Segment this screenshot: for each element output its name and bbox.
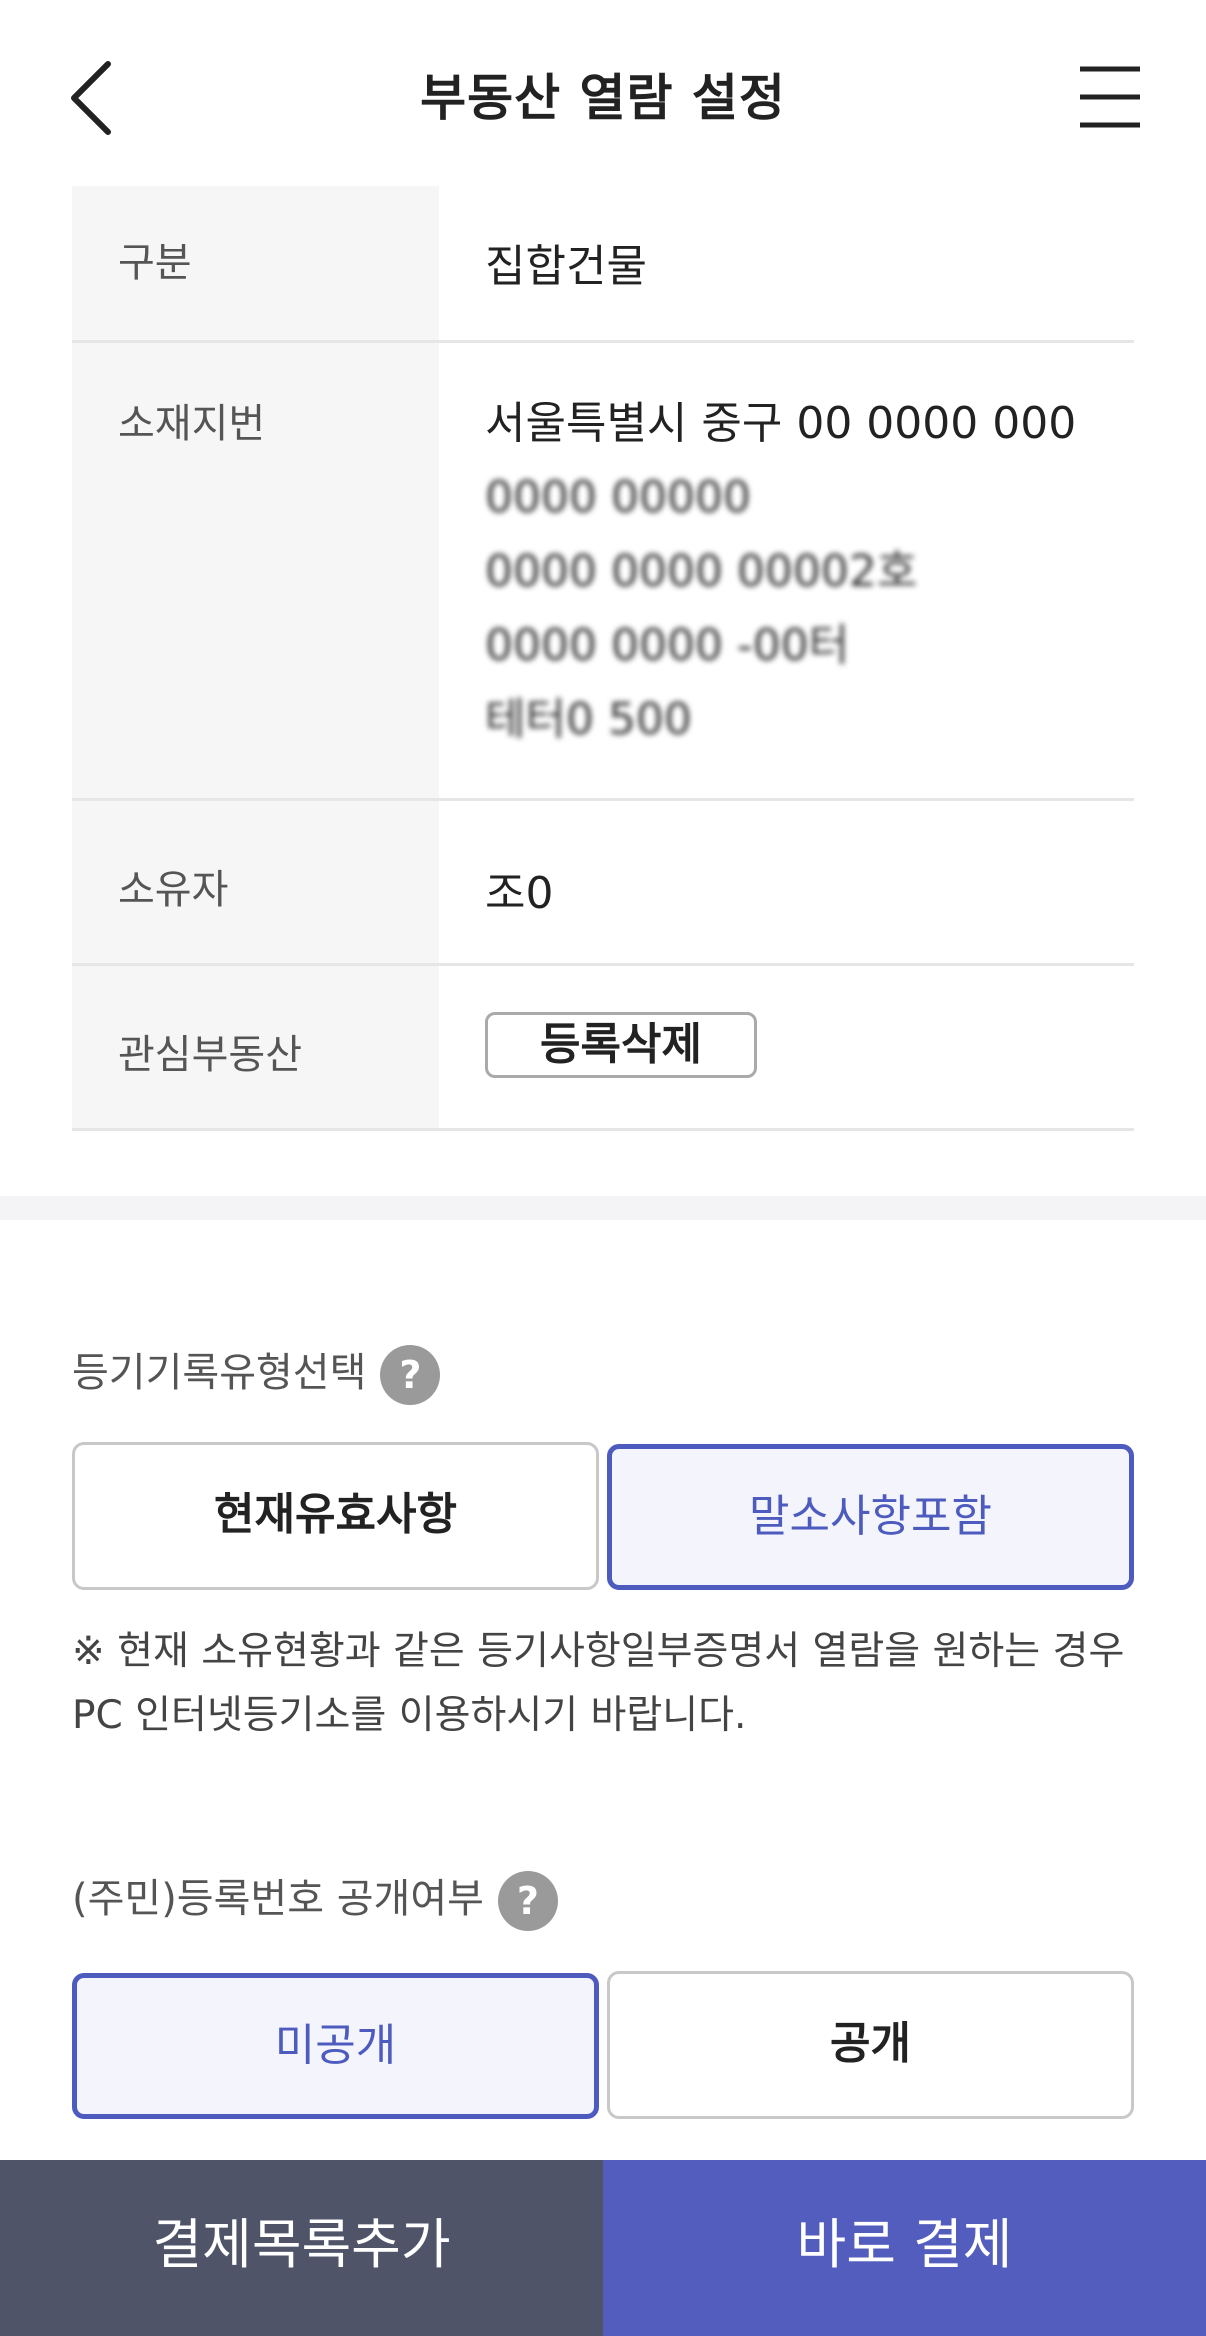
registry-type-section-label: 등기기록유형선택? [72,1340,441,1405]
owner-label: 소유자 [72,801,439,963]
unregister-interest-button[interactable]: 등록삭제 [485,1012,757,1078]
address-line: 0000 00000 [485,472,751,523]
address-row: 소재지번 서울특별시 중구 00 0000 000 0000 00000 000… [72,343,1134,801]
registry-notice: ※ 현재 소유현황과 같은 등기사항일부증명서 열람을 원하는 경우 PC 인터… [72,1620,1152,1748]
option-current-valid[interactable]: 현재유효사항 [72,1442,599,1590]
type-row: 구분 집합건물 [72,186,1134,343]
hamburger-menu-icon[interactable] [1080,64,1140,130]
owner-value: 조0 [485,868,554,919]
property-info-table: 구분 집합건물 소재지번 서울특별시 중구 00 0000 000 0000 0… [72,186,1134,1131]
address-line: 테터0 500 [485,694,692,745]
address-line: 0000 0000 -00터 [485,620,850,671]
registry-type-label: 등기기록유형선택 [72,1350,367,1396]
option-include-cancelled[interactable]: 말소사항포함 [607,1444,1134,1590]
notice-line: ※ 현재 소유현황과 같은 등기사항일부증명서 열람을 원하는 경우 [72,1629,1125,1674]
owner-row: 소유자 조0 [72,801,1134,966]
notice-line: PC 인터넷등기소를 이용하시기 바랍니다. [72,1693,747,1738]
type-label: 구분 [72,186,439,340]
address-line: 서울특별시 중구 00 0000 000 [485,398,1077,449]
bottom-action-bar: 결제목록추가 바로 결제 [0,2160,1206,2336]
help-icon[interactable]: ? [380,1345,441,1405]
interest-row: 관심부동산 등록삭제 [72,966,1134,1131]
interest-label: 관심부동산 [72,966,439,1128]
address-label: 소재지번 [72,343,439,798]
option-public[interactable]: 공개 [607,1971,1134,2119]
help-icon[interactable]: ? [497,1871,558,1931]
add-to-payment-list-button[interactable]: 결제목록추가 [0,2160,603,2336]
address-line: 0000 0000 00002호 [485,546,918,597]
app-header: 부동산 열람 설정 [0,0,1206,190]
pay-now-button[interactable]: 바로 결제 [603,2160,1206,2336]
option-not-public[interactable]: 미공개 [72,1973,599,2119]
id-disclosure-label: (주민)등록번호 공개여부 [72,1876,484,1922]
interest-value: 등록삭제 [439,966,1134,1128]
section-divider [0,1196,1206,1220]
address-value: 서울특별시 중구 00 0000 000 0000 00000 0000 000… [439,343,1134,798]
id-disclosure-section-label: (주민)등록번호 공개여부? [72,1866,558,1931]
type-value: 집합건물 [485,241,647,292]
page-title: 부동산 열람 설정 [420,69,786,127]
